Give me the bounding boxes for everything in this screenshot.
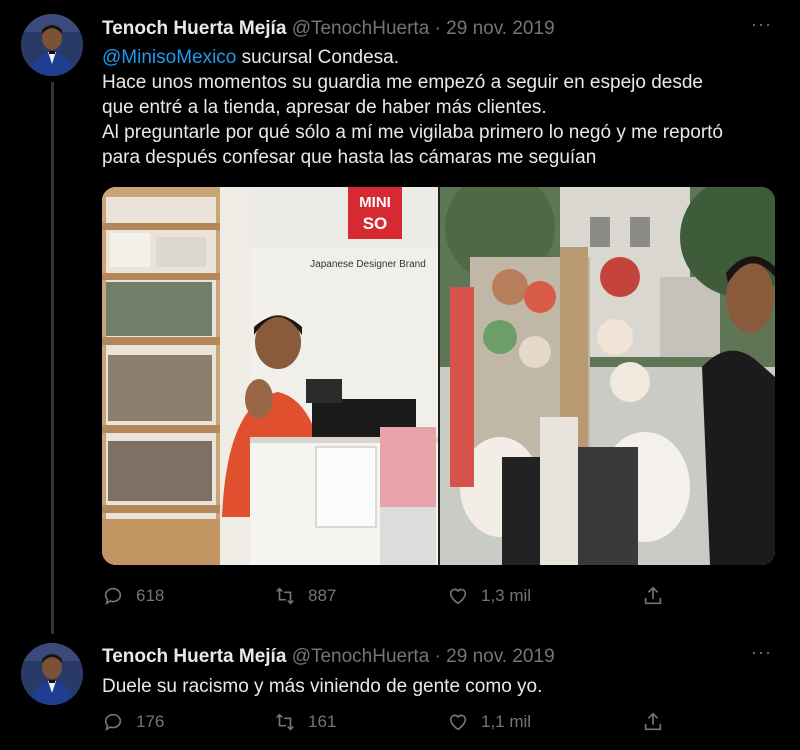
like-button[interactable]: 1,1 mil: [447, 710, 531, 734]
retweet-icon: [276, 713, 294, 731]
reply-icon: [104, 713, 122, 732]
reply-count: 618: [136, 586, 165, 605]
thread-line: [51, 82, 54, 634]
like-count: 1,3 mil: [481, 586, 532, 605]
store-sign-top: MINI: [359, 194, 391, 211]
share-icon: [644, 712, 662, 731]
tweet-date[interactable]: 29 nov. 2019: [446, 18, 554, 39]
tweet[interactable]: Tenoch Huerta Mejía @TenochHuerta · 29 n…: [0, 630, 800, 750]
like-button[interactable]: 1,3 mil: [447, 584, 531, 608]
retweet-count: 887: [308, 586, 337, 605]
tweet-line: Hace unos momentos su guardia me empezó …: [102, 72, 703, 93]
author-name[interactable]: Tenoch Huerta Mejía: [102, 18, 286, 39]
wall-text: Japanese Designer Brand: [310, 259, 426, 270]
separator: ·: [434, 646, 441, 667]
retweet-icon: [276, 587, 294, 605]
more-icon[interactable]: ···: [751, 642, 772, 663]
tweet-text: @MinisoMexico sucursal Condesa. Hace uno…: [102, 45, 782, 170]
reply-count: 176: [136, 712, 165, 731]
mention-link[interactable]: @MinisoMexico: [102, 47, 236, 68]
tweet-line: para después confesar que hasta las cáma…: [102, 147, 597, 168]
share-button[interactable]: [642, 710, 676, 734]
tweet-actions: 618 887 1,3 mil: [102, 584, 662, 608]
share-button[interactable]: [642, 584, 676, 608]
like-icon: [449, 714, 467, 731]
tweet[interactable]: Tenoch Huerta Mejía @TenochHuerta · 29 n…: [0, 0, 800, 634]
tweet-date[interactable]: 29 nov. 2019: [446, 646, 554, 667]
store-entrance-photo[interactable]: [440, 187, 775, 565]
author-handle[interactable]: @TenochHuerta: [292, 646, 430, 667]
avatar[interactable]: [21, 643, 83, 705]
reply-button[interactable]: 176: [102, 710, 164, 734]
tweet-header: Tenoch Huerta Mejía @TenochHuerta · 29 n…: [102, 646, 555, 668]
reply-button[interactable]: 618: [102, 584, 164, 608]
tweet-line: sucursal Condesa.: [236, 47, 400, 68]
reply-icon: [104, 587, 122, 606]
media-grid: MINI SO Japanese Designer Brand: [102, 187, 775, 565]
tweet-line: Al preguntarle por qué sólo a mí me vigi…: [102, 122, 723, 143]
retweet-button[interactable]: 161: [274, 710, 336, 734]
retweet-button[interactable]: 887: [274, 584, 336, 608]
tweet-actions: 176 161 1,1 mil: [102, 710, 662, 734]
share-icon: [644, 586, 662, 605]
more-icon[interactable]: ···: [751, 14, 772, 35]
tweet-header: Tenoch Huerta Mejía @TenochHuerta · 29 n…: [102, 18, 555, 40]
avatar[interactable]: [21, 14, 83, 76]
tweet-line: que entré a la tienda, apresar de haber …: [102, 97, 547, 118]
retweet-count: 161: [308, 712, 337, 731]
like-icon: [449, 588, 467, 605]
store-sign-bottom: SO: [363, 214, 388, 233]
tweet-text: Duele su racismo y más viniendo de gente…: [102, 674, 782, 699]
author-name[interactable]: Tenoch Huerta Mejía: [102, 646, 286, 667]
tweet-line: Duele su racismo y más viniendo de gente…: [102, 676, 543, 697]
like-count: 1,1 mil: [481, 712, 532, 731]
store-counter-photo[interactable]: MINI SO Japanese Designer Brand: [102, 187, 438, 565]
author-handle[interactable]: @TenochHuerta: [292, 18, 430, 39]
separator: ·: [434, 18, 441, 39]
